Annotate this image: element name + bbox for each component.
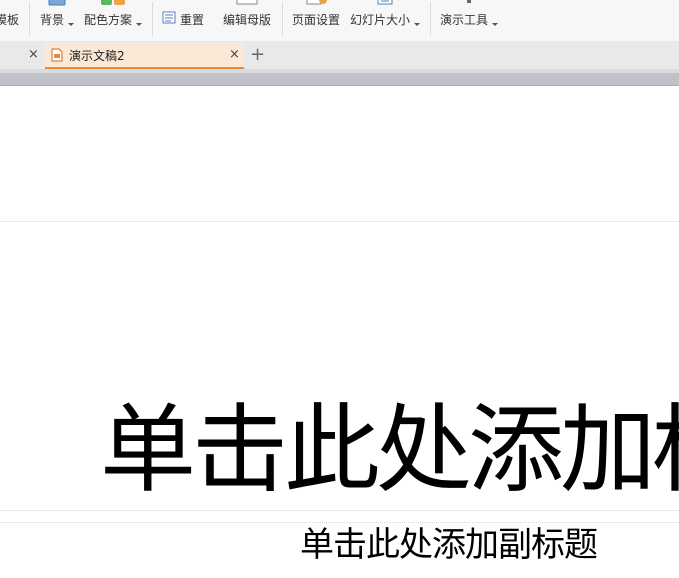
guide-line [0, 510, 679, 511]
ribbon-divider [152, 2, 153, 36]
title-placeholder[interactable]: 单击此处添加标题 [100, 394, 679, 506]
background-label: 背景 [39, 13, 64, 27]
color-scheme-button[interactable]: 配色方案 [82, 0, 144, 41]
document-tab-active[interactable]: 演示文稿2 × [45, 43, 244, 69]
ribbon-divider [29, 2, 30, 36]
document-icon [51, 48, 63, 65]
page-setup-button[interactable]: 页面设置 [288, 0, 344, 41]
slide-size-label: 幻灯片大小 [349, 13, 410, 27]
plus-icon[interactable]: + [250, 45, 265, 65]
close-icon[interactable]: × [28, 47, 39, 62]
reset-label: 重置 [179, 13, 204, 27]
subtitle-placeholder[interactable]: 单击此处添加副标题 [300, 523, 598, 567]
workspace-separator-highlight [0, 69, 679, 73]
page-setup-label: 页面设置 [291, 13, 340, 27]
chevron-down-icon [414, 23, 420, 26]
edit-master-button[interactable]: 编辑母版 [220, 0, 274, 41]
document-tab[interactable]: × [0, 43, 44, 69]
ribbon-toolbar: 模板 背景 配色方案 重置 编辑母版 页面设置 幻灯片大小 演示工具 [0, 0, 679, 41]
chevron-down-icon [136, 23, 142, 26]
presentation-tools-label: 演示工具 [439, 13, 488, 27]
edit-master-label: 编辑母版 [222, 13, 271, 27]
slide-size-icon [373, 0, 397, 11]
page-setup-icon [303, 0, 329, 11]
ribbon-divider [282, 2, 283, 36]
reset-button[interactable]: 重置 [160, 0, 208, 41]
ribbon-divider [430, 2, 431, 36]
background-icon [46, 0, 68, 11]
presentation-tools-icon [459, 0, 479, 11]
template-button[interactable]: 模板 [0, 0, 22, 41]
color-scheme-label: 配色方案 [83, 13, 132, 27]
chevron-down-icon [492, 23, 498, 26]
template-label: 模板 [0, 13, 19, 27]
presentation-tools-button[interactable]: 演示工具 [438, 0, 500, 41]
guide-line [0, 221, 679, 222]
edit-master-icon [235, 0, 259, 11]
document-tab-bar: × 演示文稿2 × [0, 41, 679, 69]
slide-canvas[interactable]: 单击此处添加标题 单击此处添加副标题 [0, 86, 679, 578]
reset-icon [162, 11, 176, 27]
close-icon[interactable]: × [229, 47, 240, 62]
chevron-down-icon [68, 23, 74, 26]
slide-size-button[interactable]: 幻灯片大小 [348, 0, 422, 41]
background-button[interactable]: 背景 [38, 0, 76, 41]
color-scheme-icon [99, 0, 127, 11]
document-tab-label: 演示文稿2 [69, 48, 125, 63]
